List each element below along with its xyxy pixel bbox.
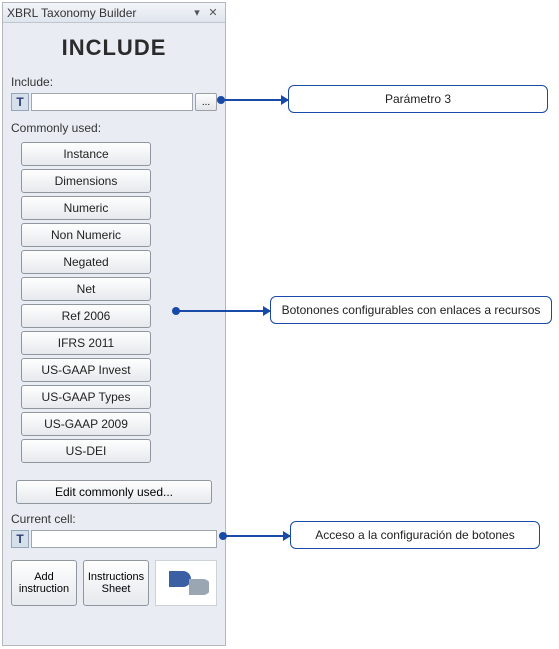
logo bbox=[155, 560, 217, 606]
common-btn-instance[interactable]: Instance bbox=[21, 142, 151, 166]
include-label: Include: bbox=[3, 73, 225, 91]
common-btn-negated[interactable]: Negated bbox=[21, 250, 151, 274]
common-btn-ref-2006[interactable]: Ref 2006 bbox=[21, 304, 151, 328]
bottom-row: Add instruction Instructions Sheet bbox=[3, 556, 225, 614]
callout-edit: Acceso a la configuración de botones bbox=[290, 521, 540, 549]
edit-commonly-used-button[interactable]: Edit commonly used... bbox=[16, 480, 212, 504]
common-btn-ifrs-2011[interactable]: IFRS 2011 bbox=[21, 331, 151, 355]
text-type-icon: T bbox=[11, 530, 29, 548]
callout-text: Parámetro 3 bbox=[385, 92, 451, 106]
callout-buttons: Botonones configurables con enlaces a re… bbox=[270, 296, 552, 324]
callout-param3: Parámetro 3 bbox=[288, 85, 548, 113]
dropdown-icon[interactable]: ▾ bbox=[189, 6, 205, 20]
common-btn-numeric[interactable]: Numeric bbox=[21, 196, 151, 220]
callout-connector bbox=[222, 535, 290, 537]
current-cell-row: T bbox=[3, 528, 225, 556]
common-btn-us-gaap-types[interactable]: US-GAAP Types bbox=[21, 385, 151, 409]
common-btn-net[interactable]: Net bbox=[21, 277, 151, 301]
close-icon[interactable]: ✕ bbox=[205, 6, 221, 20]
callout-text: Botonones configurables con enlaces a re… bbox=[282, 303, 541, 317]
taxonomy-builder-panel: XBRL Taxonomy Builder ▾ ✕ INCLUDE Includ… bbox=[2, 2, 226, 646]
include-row: T ... bbox=[3, 91, 225, 119]
window-title: XBRL Taxonomy Builder bbox=[7, 6, 189, 20]
current-cell-input[interactable] bbox=[31, 530, 217, 548]
titlebar: XBRL Taxonomy Builder ▾ ✕ bbox=[3, 3, 225, 23]
current-cell-label: Current cell: bbox=[3, 510, 225, 528]
common-btn-non-numeric[interactable]: Non Numeric bbox=[21, 223, 151, 247]
logo-icon bbox=[163, 565, 209, 601]
commonly-used-label: Commonly used: bbox=[3, 119, 225, 137]
include-input[interactable] bbox=[31, 93, 193, 111]
text-type-icon: T bbox=[11, 93, 29, 111]
browse-button[interactable]: ... bbox=[195, 93, 217, 111]
page-heading: INCLUDE bbox=[3, 23, 225, 73]
common-btn-us-gaap-2009[interactable]: US-GAAP 2009 bbox=[21, 412, 151, 436]
commonly-used-buttons: Instance Dimensions Numeric Non Numeric … bbox=[3, 137, 225, 468]
add-instruction-button[interactable]: Add instruction bbox=[11, 560, 77, 606]
instructions-sheet-button[interactable]: Instructions Sheet bbox=[83, 560, 149, 606]
common-btn-us-gaap-invest[interactable]: US-GAAP Invest bbox=[21, 358, 151, 382]
common-btn-us-dei[interactable]: US-DEI bbox=[21, 439, 151, 463]
callout-connector bbox=[175, 310, 270, 312]
callout-connector bbox=[220, 99, 288, 101]
callout-text: Acceso a la configuración de botones bbox=[315, 528, 514, 542]
common-btn-dimensions[interactable]: Dimensions bbox=[21, 169, 151, 193]
